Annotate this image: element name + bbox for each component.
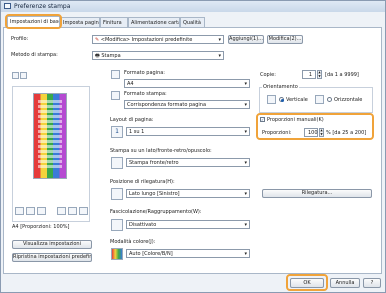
tab-page-setup[interactable]: Imposta pagina bbox=[60, 17, 100, 27]
view-settings-button[interactable]: Visualizza impostazioni bbox=[12, 240, 92, 249]
landscape-label: Orizzontale bbox=[334, 97, 363, 103]
printer-small-icon: 🖶 bbox=[95, 53, 100, 59]
landscape-radio[interactable] bbox=[327, 97, 332, 102]
output-method-label: Metodo di stampa: bbox=[11, 52, 58, 58]
color-mode-icon bbox=[111, 248, 123, 260]
page-layout-icon-1[interactable] bbox=[15, 207, 24, 215]
binding-icon bbox=[111, 188, 123, 200]
ok-button[interactable]: OK bbox=[290, 278, 324, 288]
page-layout-icon-6[interactable] bbox=[79, 207, 88, 215]
profile-label: Profilo: bbox=[11, 36, 29, 42]
page-layout-icon-2[interactable] bbox=[26, 207, 35, 215]
title-bar: Preferenze stampa bbox=[1, 1, 385, 12]
preview-caption: A4 [Proporzioni: 100%] bbox=[12, 224, 70, 230]
color-mode-label: Modalità colore(J): bbox=[110, 239, 156, 245]
scaling-label: Proporzioni: bbox=[262, 130, 292, 136]
landscape-icon bbox=[315, 95, 324, 104]
duplex-label: Stampa su un lato/fronte-retro/opuscolo: bbox=[110, 148, 212, 154]
help-button[interactable]: ? bbox=[363, 278, 381, 288]
print-format-label: Formato stampa: bbox=[124, 91, 167, 97]
add-profile-button[interactable]: Aggiungi(1)... bbox=[228, 35, 264, 44]
portrait-icon bbox=[267, 95, 276, 104]
page-format-select[interactable]: A4 bbox=[124, 79, 250, 88]
copies-label: Copie: bbox=[260, 72, 276, 78]
orientation-label: Orientamento bbox=[262, 84, 299, 90]
duplex-icon bbox=[111, 157, 123, 169]
window-title: Preferenze stampa bbox=[14, 3, 71, 10]
copies-input[interactable]: 1 bbox=[302, 70, 316, 79]
profile-select[interactable]: ✎ <Modifica> Impostazioni predefinite bbox=[92, 35, 224, 44]
page-preview-image bbox=[33, 93, 67, 179]
scaling-spinner[interactable]: ▲ ▼ bbox=[319, 128, 324, 137]
page-layout-icon-3[interactable] bbox=[37, 207, 46, 215]
manual-scaling-label: Proporzioni manuali(K) bbox=[267, 117, 324, 123]
binding-select[interactable]: Lato lungo [Sinistro] bbox=[126, 189, 250, 198]
edit-profile-button[interactable]: Modifica(2)... bbox=[267, 35, 303, 44]
binding-button[interactable]: Rilegatura... bbox=[262, 189, 372, 198]
page-format-label: Formato pagina: bbox=[124, 70, 165, 76]
scaling-range: % [da 25 a 200] bbox=[326, 130, 367, 136]
color-mode-select[interactable]: Auto [Colore/B/N] bbox=[126, 249, 250, 258]
preview-panel bbox=[12, 86, 90, 222]
manual-scaling-checkbox[interactable]: ✓ bbox=[260, 117, 265, 122]
page-layout-icon-5[interactable] bbox=[68, 207, 77, 215]
collate-label: Fascicolazione/Raggruppamento(W): bbox=[110, 209, 202, 215]
tab-basic-settings[interactable]: Impostazioni di base bbox=[7, 16, 60, 28]
restore-defaults-button[interactable]: Ripristina impostazioni predefinite bbox=[12, 253, 92, 262]
preview-mode-icon[interactable] bbox=[12, 72, 19, 79]
print-size-icon bbox=[111, 91, 120, 100]
printer-icon bbox=[4, 3, 11, 9]
portrait-radio[interactable] bbox=[279, 97, 284, 102]
output-method-value: Stampa bbox=[101, 53, 121, 59]
page-layout-select[interactable]: 1 su 1 bbox=[126, 127, 250, 136]
tab-paper-source[interactable]: Alimentazione carta bbox=[128, 17, 180, 27]
page-layout-icon-4[interactable] bbox=[57, 207, 66, 215]
copies-range: [da 1 a 9999] bbox=[325, 72, 359, 78]
profile-value: <Modifica> Impostazioni predefinite bbox=[100, 37, 193, 43]
page-size-icon bbox=[111, 70, 120, 79]
page-layout-label: Layout di pagina: bbox=[110, 117, 154, 123]
duplex-select[interactable]: Stampa fronte/retro bbox=[126, 158, 250, 167]
pencil-icon: ✎ bbox=[95, 37, 100, 43]
output-method-select[interactable]: 🖶 Stampa bbox=[92, 51, 224, 60]
print-format-select[interactable]: Corrispondenza formato pagina bbox=[124, 100, 250, 109]
portrait-label: Verticale bbox=[286, 97, 308, 103]
page-layout-icon: 1 bbox=[111, 126, 123, 138]
tab-finishing[interactable]: Finitura bbox=[100, 17, 128, 27]
settings-mode-icon[interactable] bbox=[20, 72, 27, 79]
cancel-button[interactable]: Annulla bbox=[330, 278, 360, 288]
collate-icon bbox=[111, 219, 123, 231]
scaling-input[interactable]: 100 bbox=[304, 128, 318, 137]
collate-select[interactable]: Disattivato bbox=[126, 220, 250, 229]
copies-spinner[interactable]: ▲ ▼ bbox=[317, 70, 322, 79]
tab-quality[interactable]: Qualità bbox=[180, 17, 205, 27]
binding-label: Posizione di rilegatura(H): bbox=[110, 179, 175, 185]
